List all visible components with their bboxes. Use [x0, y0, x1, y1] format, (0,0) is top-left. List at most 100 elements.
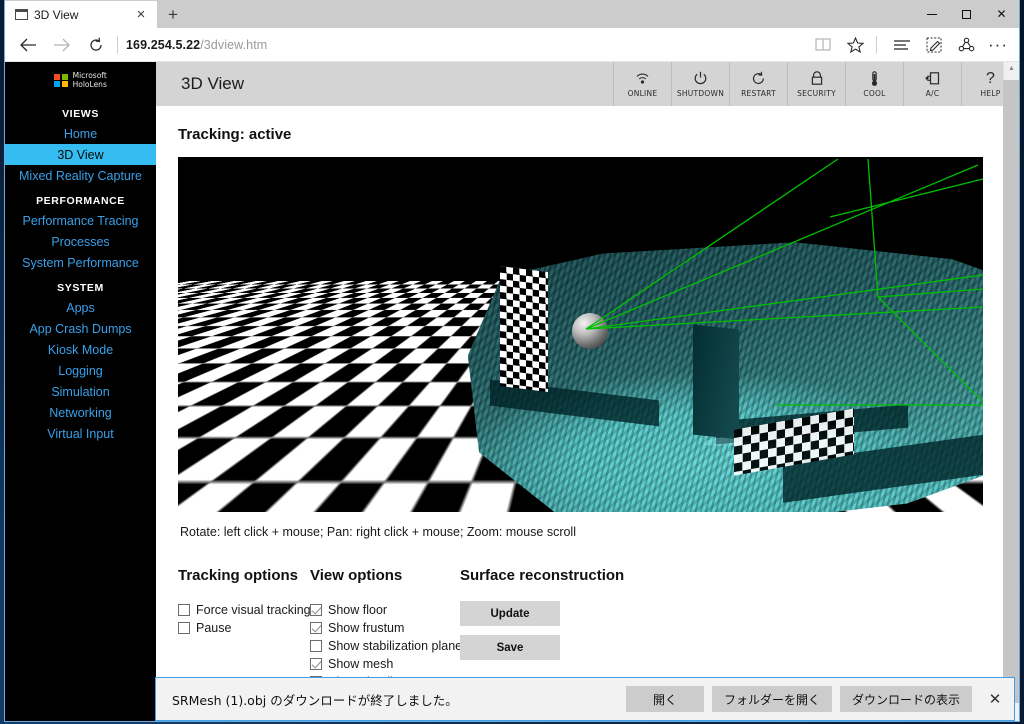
plug-icon — [925, 70, 940, 87]
mesh-pillar — [693, 324, 740, 440]
surface-reconstruction-column: Surface reconstruction Update Save — [460, 567, 640, 691]
surface-reconstruction-heading: Surface reconstruction — [460, 567, 625, 584]
more-options-icon[interactable]: ··· — [983, 30, 1013, 60]
checkbox-show-mesh[interactable]: Show mesh — [310, 655, 460, 672]
wifi-icon — [634, 70, 651, 87]
sidebar-group-views: VIEWS — [62, 108, 99, 120]
download-notification-bar: SRMesh (1).obj のダウンロードが終了しました。 開く フォルダーを… — [155, 677, 1015, 721]
app-header: 3D View ONLINE SHUTDOWN RESTART SECURITY… — [156, 62, 1019, 106]
main-content: 3D View ONLINE SHUTDOWN RESTART SECURITY… — [156, 62, 1019, 721]
open-button[interactable]: 開く — [625, 686, 704, 712]
sidebar-item-networking[interactable]: Networking — [5, 402, 156, 423]
checkbox-icon[interactable] — [310, 639, 322, 652]
sidebar-item-processes[interactable]: Processes — [5, 231, 156, 252]
sidebar-item-home[interactable]: Home — [5, 123, 156, 144]
status-button-online[interactable]: ONLINE — [613, 62, 671, 106]
refresh-button[interactable] — [79, 30, 113, 60]
tracking-options-heading: Tracking options — [178, 567, 299, 584]
checker-patch — [500, 266, 548, 392]
sidebar-item-app-crash-dumps[interactable]: App Crash Dumps — [5, 318, 156, 339]
status-label: SECURITY — [797, 89, 836, 98]
viewport-hint: Rotate: left click + mouse; Pan: right c… — [180, 525, 576, 539]
maximize-button[interactable] — [949, 0, 984, 28]
favorites-star-icon[interactable] — [840, 30, 870, 60]
brand-text: Microsoft HoloLens — [73, 71, 107, 89]
share-icon[interactable] — [951, 30, 981, 60]
update-button[interactable]: Update — [460, 601, 560, 626]
page-title: 3D View — [181, 74, 244, 93]
checkbox-icon[interactable] — [310, 657, 322, 670]
status-button-cool[interactable]: COOL — [845, 62, 903, 106]
page-content: Microsoft HoloLens VIEWS Home 3D View Mi… — [5, 62, 1019, 721]
reading-view-icon[interactable] — [808, 30, 838, 60]
status-button-security[interactable]: SECURITY — [787, 62, 845, 106]
sidebar-item-3d-view[interactable]: 3D View — [5, 144, 156, 165]
view-downloads-button[interactable]: ダウンロードの表示 — [839, 686, 972, 712]
sidebar-item-kiosk-mode[interactable]: Kiosk Mode — [5, 339, 156, 360]
back-button[interactable] — [11, 30, 45, 60]
status-button-ac[interactable]: A/C — [903, 62, 961, 106]
browser-window: 3D View × + ✕ 169.254.5.22/3dview.htm ··… — [4, 0, 1020, 722]
thermometer-icon — [869, 70, 880, 87]
page-body: Tracking: active Rotate: left click + mo… — [156, 106, 1019, 691]
options-area: Tracking options Force visual tracking P… — [178, 567, 1019, 691]
view-options-heading: View options — [310, 567, 403, 584]
sidebar-item-performance-tracing[interactable]: Performance Tracing — [5, 210, 156, 231]
sidebar-item-virtual-input[interactable]: Virtual Input — [5, 423, 156, 444]
sidebar-item-mixed-reality-capture[interactable]: Mixed Reality Capture — [5, 165, 156, 186]
checkbox-show-floor[interactable]: Show floor — [310, 601, 460, 618]
scroll-up-icon[interactable]: ▲ — [1008, 62, 1015, 75]
checkbox-label: Show mesh — [328, 656, 394, 671]
vertical-scrollbar[interactable]: ▲ ▼ — [1003, 62, 1019, 721]
status-label: SHUTDOWN — [676, 89, 725, 98]
window-close-button[interactable]: ✕ — [984, 0, 1019, 28]
sidebar-item-simulation[interactable]: Simulation — [5, 381, 156, 402]
checkbox-icon[interactable] — [178, 621, 190, 634]
divider — [876, 35, 877, 54]
tab-title: 3D View — [34, 7, 79, 22]
checkbox-show-stabilization-plane[interactable]: Show stabilization plane — [310, 637, 462, 654]
refresh-icon — [90, 37, 102, 51]
hub-icon[interactable] — [887, 30, 917, 60]
status-button-shutdown[interactable]: SHUTDOWN — [671, 62, 729, 106]
status-label: COOL — [863, 89, 886, 98]
address-bar: 169.254.5.22/3dview.htm ··· — [5, 28, 1019, 62]
minimize-icon — [926, 13, 937, 15]
checkbox-pause[interactable]: Pause — [178, 619, 310, 636]
checkbox-icon[interactable] — [310, 621, 322, 634]
save-button[interactable]: Save — [460, 635, 560, 660]
url-host: 169.254.5.22 — [126, 37, 201, 52]
close-icon[interactable]: × — [131, 5, 151, 25]
download-message: SRMesh (1).obj のダウンロードが終了しました。 — [172, 692, 458, 708]
forward-button[interactable] — [45, 30, 79, 60]
sidebar-item-system-performance[interactable]: System Performance — [5, 252, 156, 273]
divider — [117, 35, 118, 54]
sidebar-item-logging[interactable]: Logging — [5, 360, 156, 381]
microsoft-logo-icon — [54, 73, 68, 88]
scrollbar-thumb[interactable] — [1003, 80, 1019, 703]
new-tab-button[interactable]: + — [163, 5, 183, 25]
checkbox-force-visual-tracking[interactable]: Force visual tracking — [178, 601, 311, 618]
tracking-status: Tracking: active — [178, 126, 292, 143]
checkbox-show-frustum[interactable]: Show frustum — [310, 619, 460, 636]
web-note-icon[interactable] — [919, 30, 949, 60]
browser-tab[interactable]: 3D View × — [5, 1, 157, 28]
url-text[interactable]: 169.254.5.22/3dview.htm — [126, 38, 808, 52]
status-button-restart[interactable]: RESTART — [729, 62, 787, 106]
brand-logo: Microsoft HoloLens — [5, 68, 156, 99]
status-label: A/C — [925, 89, 940, 98]
checkbox-icon[interactable] — [310, 603, 322, 616]
sidebar-item-apps[interactable]: Apps — [5, 297, 156, 318]
checkbox-icon[interactable] — [178, 603, 190, 616]
open-folder-button[interactable]: フォルダーを開く — [711, 686, 832, 712]
minimize-button[interactable] — [914, 0, 949, 28]
power-icon — [693, 70, 708, 87]
question-icon: ? — [986, 69, 995, 87]
notification-close-icon[interactable]: ✕ — [980, 684, 1010, 714]
3d-viewport[interactable] — [178, 157, 983, 512]
view-options-column: View options Show floor Show frustum Sho… — [310, 567, 462, 691]
url-path: /3dview.htm — [200, 37, 268, 52]
status-label: ONLINE — [627, 89, 658, 98]
window-icon — [15, 9, 28, 20]
checkbox-label: Pause — [196, 620, 232, 635]
